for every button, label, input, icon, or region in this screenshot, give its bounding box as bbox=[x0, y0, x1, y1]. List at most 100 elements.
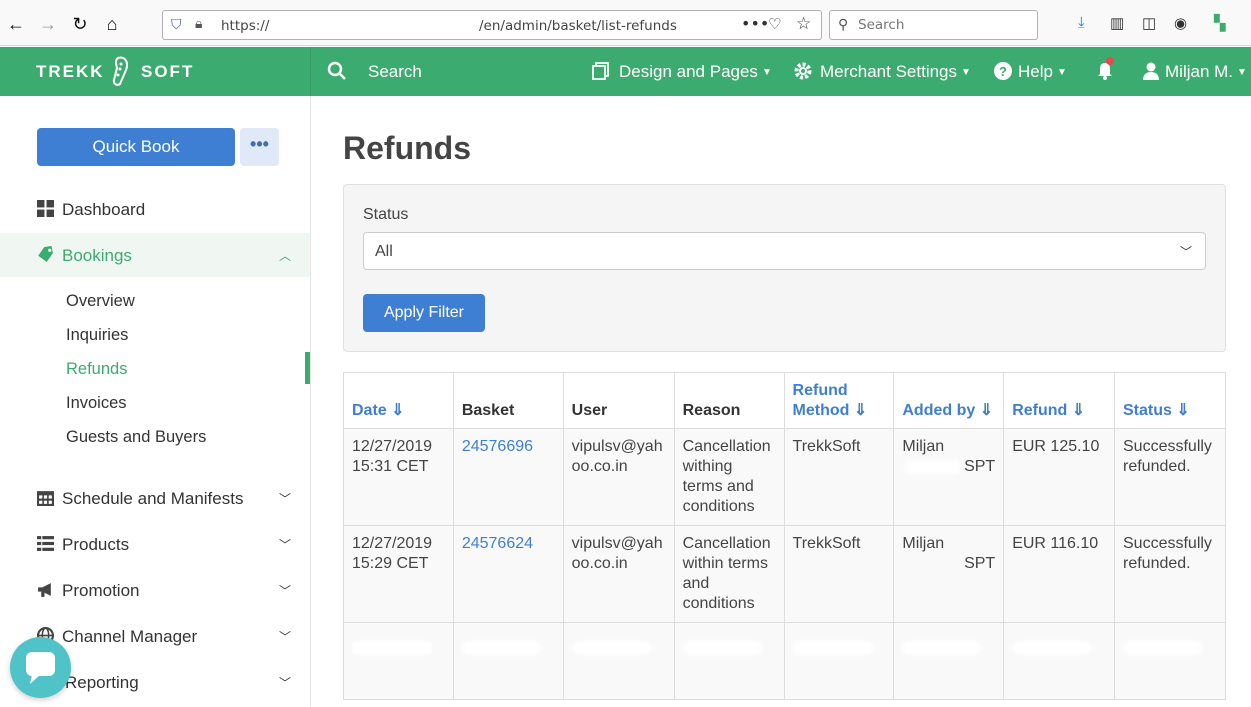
design-pages-label: Design and Pages bbox=[619, 62, 758, 81]
status-line: Successfully bbox=[1123, 438, 1212, 455]
sidebar-item-label: Reporting bbox=[65, 673, 139, 692]
sidebar-item-promotion[interactable]: Promotion ﹀ bbox=[0, 568, 310, 612]
quick-book-button[interactable]: Quick Book bbox=[37, 128, 235, 166]
user-line: oo.co.in bbox=[571, 458, 628, 475]
browser-search-bar[interactable]: ⚲ bbox=[829, 10, 1038, 40]
added-by-name: Miljan bbox=[902, 535, 945, 552]
cell-method: TrekkSoft bbox=[783, 428, 895, 526]
help-icon: ? bbox=[994, 62, 1012, 80]
header-search[interactable]: Search bbox=[368, 62, 422, 82]
sidebar-sub-inquiries[interactable]: Inquiries bbox=[66, 326, 128, 345]
sidebar-item-label: Schedule and Manifests bbox=[62, 489, 244, 508]
svg-text:?: ? bbox=[999, 64, 1007, 79]
brand-logo[interactable]: TREKK SOFT bbox=[0, 47, 311, 96]
added-by-suffix-line: SPT bbox=[902, 457, 995, 477]
sidebar-item-label: Promotion bbox=[62, 581, 140, 600]
header-line: Method ⇓ bbox=[792, 402, 868, 419]
col-refund-method-header[interactable]: Refund Method ⇓ bbox=[783, 372, 895, 429]
user-menu[interactable]: Miljan M. ▼ bbox=[1165, 62, 1247, 82]
redacted-cell bbox=[452, 622, 564, 700]
col-added-by-header[interactable]: Added by ⇓ bbox=[893, 372, 1005, 429]
redacted-cell bbox=[562, 622, 675, 700]
reason-line: and bbox=[682, 575, 710, 592]
shield-icon[interactable]: ⛉ bbox=[171, 17, 185, 33]
pocket-icon[interactable]: ♡ bbox=[768, 15, 781, 33]
chevron-down-icon: ﹀ bbox=[279, 538, 292, 552]
redacted-text bbox=[902, 641, 983, 655]
user-line: vipulsv@yah bbox=[571, 535, 663, 552]
header-line: Refund bbox=[792, 382, 848, 399]
refunds-table: Date ⇓ Basket User Reason Refund Method ⇓… bbox=[343, 372, 1226, 700]
basket-link[interactable]: 24576624 bbox=[462, 535, 533, 552]
table-row-redacted bbox=[343, 622, 1226, 700]
status-line: refunded. bbox=[1123, 555, 1191, 572]
sidebar-sub-guests-buyers[interactable]: Guests and Buyers bbox=[66, 428, 206, 447]
col-reason-header: Reason bbox=[673, 372, 785, 429]
bookmark-star-icon[interactable]: ☆ bbox=[796, 14, 811, 34]
home-icon[interactable]: ⌂ bbox=[100, 12, 124, 36]
col-status-header[interactable]: Status ⇓ bbox=[1114, 372, 1226, 429]
user-line: oo.co.in bbox=[571, 555, 628, 572]
sidebar-sub-refunds[interactable]: Refunds bbox=[66, 360, 127, 379]
sidebar-item-products[interactable]: Products ﹀ bbox=[0, 522, 310, 566]
status-select[interactable]: All ﹀ bbox=[363, 232, 1206, 270]
help-menu[interactable]: Help ▼ bbox=[1018, 62, 1067, 82]
cell-basket: 24576624 bbox=[452, 525, 564, 623]
table-row: 12/27/2019 15:29 CET 24576624 vipulsv@yah… bbox=[343, 525, 1226, 623]
cell-date: 12/27/2019 15:31 CET bbox=[343, 428, 454, 526]
library-icon[interactable]: ▥ bbox=[1110, 14, 1124, 32]
more-options-button[interactable]: ••• bbox=[240, 128, 279, 166]
reason-line: within terms bbox=[682, 555, 768, 572]
status-line: refunded. bbox=[1123, 458, 1191, 475]
apply-filter-button[interactable]: Apply Filter bbox=[363, 294, 485, 332]
sidebar-item-bookings[interactable]: Bookings ︿ bbox=[0, 233, 310, 277]
user-name: Miljan M. bbox=[1165, 62, 1234, 81]
back-icon[interactable]: ← bbox=[4, 12, 28, 36]
sidebar-item-schedule[interactable]: Schedule and Manifests ﹀ bbox=[0, 476, 310, 520]
shoe-logo-icon bbox=[112, 56, 128, 86]
caret-down-icon: ▼ bbox=[1237, 67, 1247, 78]
url-path: /en/admin/basket/list-refunds bbox=[479, 18, 677, 34]
added-by-name: Miljan bbox=[902, 438, 945, 455]
chevron-down-icon: ﹀ bbox=[279, 630, 292, 644]
cell-added-by: Miljan SPT bbox=[893, 428, 1005, 526]
forward-icon[interactable]: → bbox=[36, 12, 60, 36]
list-icon bbox=[37, 536, 54, 551]
date-line: 12/27/2019 bbox=[352, 438, 433, 455]
merchant-settings-menu[interactable]: Merchant Settings ▼ bbox=[820, 62, 971, 82]
sidebar-sub-invoices[interactable]: Invoices bbox=[66, 394, 127, 413]
lock-icon[interactable]: 🔒︎ bbox=[195, 16, 202, 32]
caret-down-icon: ▼ bbox=[1056, 67, 1067, 78]
cell-reason: Cancellation within terms and conditions bbox=[673, 525, 785, 623]
sidebar-item-dashboard[interactable]: Dashboard bbox=[0, 187, 310, 231]
design-pages-menu[interactable]: Design and Pages ▼ bbox=[619, 62, 772, 82]
table-header-row: Date ⇓ Basket User Reason Refund Method ⇓… bbox=[343, 372, 1226, 429]
chat-button[interactable] bbox=[10, 637, 71, 698]
chevron-down-icon: ﹀ bbox=[1180, 245, 1193, 259]
sidebar-toggle-icon[interactable]: ◫ bbox=[1142, 14, 1156, 32]
gear-icon bbox=[794, 62, 812, 80]
basket-link[interactable]: 24576696 bbox=[462, 438, 533, 455]
extension-icon[interactable]: ▚ bbox=[1214, 14, 1226, 32]
cell-user: vipulsv@yah oo.co.in bbox=[562, 428, 675, 526]
search-icon[interactable] bbox=[327, 61, 347, 81]
cell-refund: EUR 125.10 bbox=[1003, 428, 1115, 526]
sidebar: Quick Book ••• Dashboard Bookings ︿ Over… bbox=[0, 96, 311, 707]
reason-line: withing bbox=[682, 458, 733, 475]
account-icon[interactable]: ◉ bbox=[1174, 14, 1187, 32]
reload-icon[interactable]: ↻ bbox=[68, 12, 92, 36]
download-icon[interactable]: ⤓ bbox=[1078, 14, 1085, 31]
browser-search-input[interactable] bbox=[858, 16, 1028, 34]
url-bar[interactable]: ⛉ 🔒︎ https:// /en/admin/basket/list-refu… bbox=[162, 10, 822, 40]
calendar-icon bbox=[37, 491, 54, 506]
col-refund-header[interactable]: Refund ⇓ bbox=[1003, 372, 1115, 429]
sidebar-item-label: Products bbox=[62, 535, 130, 554]
chat-bubble-icon bbox=[26, 652, 55, 684]
help-label: Help bbox=[1018, 62, 1053, 81]
col-date-header[interactable]: Date ⇓ bbox=[343, 372, 454, 429]
redacted-text bbox=[1123, 641, 1203, 655]
redacted-cell bbox=[673, 622, 785, 700]
page-actions-icon[interactable]: ••• bbox=[741, 14, 769, 33]
notification-badge bbox=[1106, 57, 1114, 65]
sidebar-sub-overview[interactable]: Overview bbox=[66, 292, 135, 311]
